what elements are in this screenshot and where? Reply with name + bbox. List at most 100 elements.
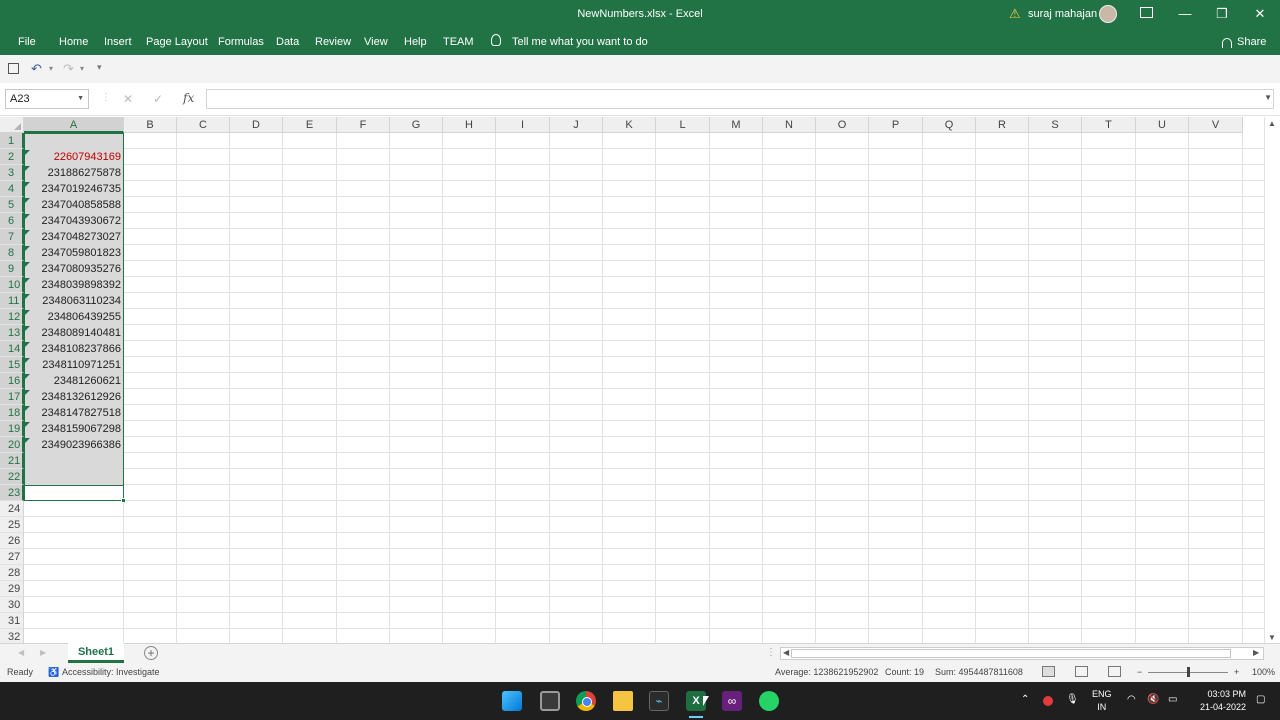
cell-a17[interactable]: 2348132612926 bbox=[24, 389, 121, 405]
error-indicator-icon[interactable] bbox=[25, 422, 30, 427]
row-header-26[interactable]: 26 bbox=[0, 533, 24, 549]
speaker-muted-icon[interactable]: 🔇 bbox=[1147, 694, 1159, 705]
error-indicator-icon[interactable] bbox=[25, 278, 30, 283]
normal-view-icon[interactable] bbox=[1042, 666, 1055, 677]
cell-a10[interactable]: 2348039898392 bbox=[24, 277, 121, 293]
code-editor-icon[interactable]: ⌁ bbox=[649, 691, 669, 711]
cell-a9[interactable]: 2347080935276 bbox=[24, 261, 121, 277]
column-header-p[interactable]: P bbox=[869, 117, 923, 133]
row-header-20[interactable]: 20 bbox=[0, 437, 24, 453]
user-name[interactable]: suraj mahajan bbox=[1028, 8, 1097, 20]
task-view-icon[interactable] bbox=[540, 691, 560, 711]
row-header-8[interactable]: 8 bbox=[0, 245, 24, 261]
row-header-12[interactable]: 12 bbox=[0, 309, 24, 325]
scroll-down-icon[interactable]: ▼ bbox=[1268, 633, 1276, 642]
scroll-right-icon[interactable]: ▶ bbox=[1253, 648, 1259, 657]
error-indicator-icon[interactable] bbox=[25, 438, 30, 443]
tab-file[interactable]: File bbox=[18, 36, 36, 48]
error-indicator-icon[interactable] bbox=[25, 150, 30, 155]
error-indicator-icon[interactable] bbox=[25, 198, 30, 203]
tell-me-search[interactable]: Tell me what you want to do bbox=[512, 36, 648, 48]
cell-a3[interactable]: 231886275878 bbox=[24, 165, 121, 181]
cell-a15[interactable]: 2348110971251 bbox=[24, 357, 121, 373]
file-explorer-icon[interactable] bbox=[613, 691, 633, 711]
column-header-f[interactable]: F bbox=[337, 117, 390, 133]
notification-icon[interactable]: ▢ bbox=[1256, 694, 1265, 705]
tab-split-handle[interactable]: ⋮ bbox=[766, 647, 776, 658]
status-average[interactable]: Average: 1238621952902 bbox=[775, 667, 878, 677]
row-header-7[interactable]: 7 bbox=[0, 229, 24, 245]
column-header-u[interactable]: U bbox=[1136, 117, 1189, 133]
cell-a14[interactable]: 2348108237866 bbox=[24, 341, 121, 357]
row-header-5[interactable]: 5 bbox=[0, 197, 24, 213]
formula-input[interactable] bbox=[206, 89, 1274, 109]
status-sum[interactable]: Sum: 4954487811608 bbox=[935, 667, 1023, 677]
error-indicator-icon[interactable] bbox=[25, 294, 30, 299]
cell-a2[interactable]: 22607943169 bbox=[24, 149, 121, 165]
minimize-icon[interactable]: — bbox=[1175, 4, 1195, 24]
cell-a13[interactable]: 2348089140481 bbox=[24, 325, 121, 341]
error-indicator-icon[interactable] bbox=[25, 390, 30, 395]
zoom-level[interactable]: 100% bbox=[1252, 667, 1275, 677]
clock[interactable]: 03:03 PM 21-04-2022 bbox=[1196, 688, 1246, 714]
undo-dropdown-icon[interactable]: ▾ bbox=[49, 64, 53, 73]
column-header-j[interactable]: J bbox=[550, 117, 603, 133]
name-box[interactable]: A23 ▼ bbox=[5, 89, 89, 109]
record-icon[interactable] bbox=[1043, 696, 1053, 706]
chevron-up-icon[interactable]: ⌃ bbox=[1021, 694, 1029, 705]
cell-a16[interactable]: 23481260621 bbox=[24, 373, 121, 389]
error-indicator-icon[interactable] bbox=[25, 166, 30, 171]
row-header-9[interactable]: 9 bbox=[0, 261, 24, 277]
row-header-22[interactable]: 22 bbox=[0, 469, 24, 485]
tab-review[interactable]: Review bbox=[315, 36, 351, 48]
row-header-3[interactable]: 3 bbox=[0, 165, 24, 181]
row-header-10[interactable]: 10 bbox=[0, 277, 24, 293]
horizontal-scroll-thumb[interactable] bbox=[791, 649, 1231, 658]
active-cell[interactable] bbox=[24, 485, 124, 501]
restore-icon[interactable]: ❐ bbox=[1212, 4, 1232, 24]
column-header-v[interactable]: V bbox=[1189, 117, 1243, 133]
vertical-scrollbar[interactable]: ▲ ▼ bbox=[1264, 117, 1280, 645]
tab-formulas[interactable]: Formulas bbox=[218, 36, 264, 48]
windows-start-icon[interactable] bbox=[502, 691, 522, 711]
cell-a8[interactable]: 2347059801823 bbox=[24, 245, 121, 261]
tab-insert[interactable]: Insert bbox=[104, 36, 132, 48]
error-indicator-icon[interactable] bbox=[25, 182, 30, 187]
insert-function-icon[interactable]: fx bbox=[183, 91, 194, 105]
row-header-6[interactable]: 6 bbox=[0, 213, 24, 229]
cell-a19[interactable]: 2348159067298 bbox=[24, 421, 121, 437]
row-header-25[interactable]: 25 bbox=[0, 517, 24, 533]
error-indicator-icon[interactable] bbox=[25, 358, 30, 363]
visual-studio-icon[interactable]: ∞ bbox=[722, 691, 742, 711]
error-indicator-icon[interactable] bbox=[25, 214, 30, 219]
row-header-29[interactable]: 29 bbox=[0, 581, 24, 597]
battery-icon[interactable]: ▭ bbox=[1168, 694, 1177, 705]
share-button[interactable]: Share bbox=[1237, 36, 1266, 48]
row-header-19[interactable]: 19 bbox=[0, 421, 24, 437]
error-indicator-icon[interactable] bbox=[25, 406, 30, 411]
prev-sheet-icon[interactable]: ◀ bbox=[18, 648, 24, 657]
cell-a5[interactable]: 2347040858588 bbox=[24, 197, 121, 213]
tab-sheet1[interactable]: Sheet1 bbox=[68, 643, 124, 663]
row-header-28[interactable]: 28 bbox=[0, 565, 24, 581]
wifi-icon[interactable]: ◠ bbox=[1127, 694, 1136, 705]
cell-a6[interactable]: 2347043930672 bbox=[24, 213, 121, 229]
cell-a12[interactable]: 234806439255 bbox=[24, 309, 121, 325]
page-layout-view-icon[interactable] bbox=[1075, 666, 1088, 677]
tab-team[interactable]: TEAM bbox=[443, 36, 474, 48]
column-header-c[interactable]: C bbox=[177, 117, 230, 133]
column-header-k[interactable]: K bbox=[603, 117, 656, 133]
row-header-30[interactable]: 30 bbox=[0, 597, 24, 613]
expand-formula-icon[interactable]: ▼ bbox=[1264, 93, 1272, 102]
row-header-18[interactable]: 18 bbox=[0, 405, 24, 421]
cell-a11[interactable]: 2348063110234 bbox=[24, 293, 121, 309]
redo-dropdown-icon[interactable]: ▾ bbox=[80, 64, 84, 73]
save-icon[interactable] bbox=[8, 63, 19, 74]
chevron-down-icon[interactable]: ▼ bbox=[77, 95, 84, 102]
redo-icon[interactable]: ↷ bbox=[63, 61, 74, 77]
add-sheet-button[interactable]: + bbox=[144, 646, 158, 660]
tab-data[interactable]: Data bbox=[276, 36, 299, 48]
column-header-d[interactable]: D bbox=[230, 117, 283, 133]
column-header-n[interactable]: N bbox=[763, 117, 816, 133]
scroll-up-icon[interactable]: ▲ bbox=[1268, 119, 1276, 128]
